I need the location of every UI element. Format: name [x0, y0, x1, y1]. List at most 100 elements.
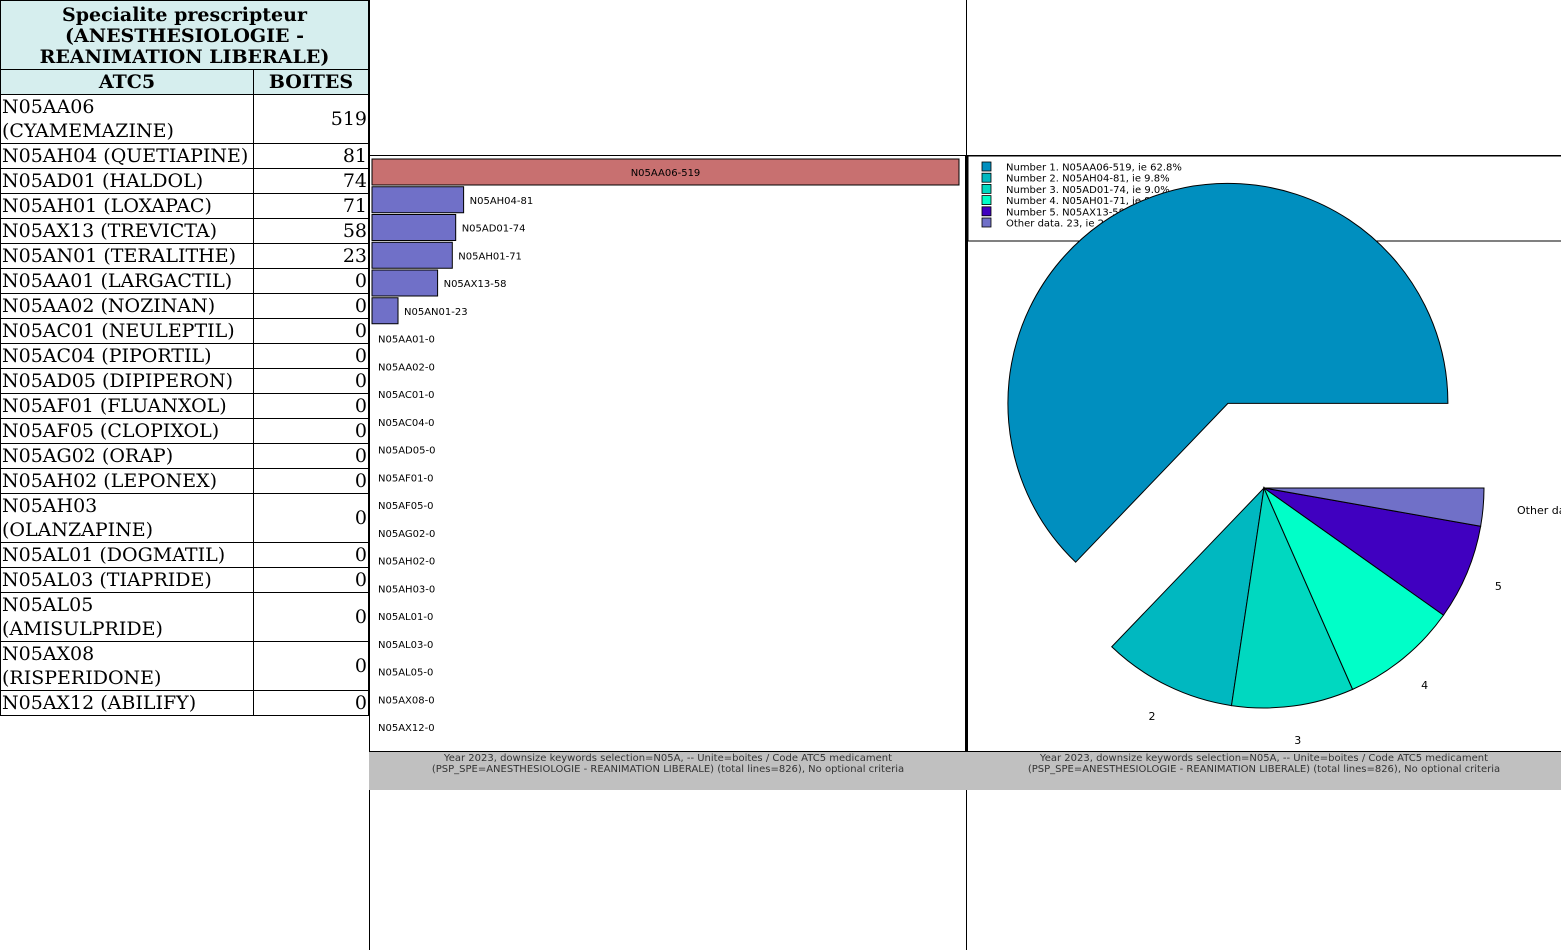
table-title: Specialite prescripteur (ANESTHESIOLOGIE… [0, 0, 369, 70]
legend-swatch [981, 183, 992, 194]
table-title-line-2: (ANESTHESIOLOGIE - [64, 25, 305, 47]
boites-cell: 0 [253, 418, 369, 444]
boites-cell: 0 [253, 468, 369, 494]
bar-label: N05AH01-71 [458, 251, 522, 262]
atc5-cell: N05AH04 (QUETIAPINE) [0, 143, 254, 169]
table-row: N05AD05 (DIPIPERON) 0 [0, 368, 369, 394]
atc5-cell: N05AA01 (LARGACTIL) [0, 268, 254, 294]
atc5-cell: N05AC04 (PIPORTIL) [0, 343, 254, 369]
bar-label: N05AA01-0 [378, 335, 435, 346]
atc5-cell: N05AX08 (RISPERIDONE) [0, 641, 254, 691]
boites-cell: 71 [253, 193, 369, 219]
boites-cell: 0 [253, 567, 369, 593]
bar-label: N05AX13-58 [444, 279, 507, 290]
boites-cell: 0 [253, 343, 369, 369]
table-row: N05AH03 (OLANZAPINE) 0 [0, 493, 369, 543]
legend-swatch [981, 195, 992, 205]
boites-cell: 0 [253, 542, 369, 568]
pie-slice-label: Other da [1517, 504, 1561, 517]
pie-chart: Number 1. N05AA06-519, ie 62.8%Number 2.… [968, 156, 1561, 747]
boites-cell: 58 [253, 218, 369, 244]
boites-cell: 0 [253, 493, 369, 543]
atc5-cell: N05AA02 (NOZINAN) [0, 293, 254, 319]
bar-label: N05AD05-0 [378, 446, 435, 457]
boites-cell: 0 [253, 690, 369, 716]
bar [371, 269, 439, 297]
boites-cell: 74 [253, 168, 369, 194]
bar-chart-caption: Year 2023, downsize keywords selection=N… [369, 752, 967, 790]
bar-chart: N05AA06-519 N05AH04-81 N05AD01-74 N05AH01-7… [371, 158, 960, 734]
atc5-cell: N05AD05 (DIPIPERON) [0, 368, 254, 394]
table-title-line-3: REANIMATION LIBERALE) [39, 46, 330, 68]
bar-label: N05AF01-0 [378, 473, 434, 484]
pie-slice-label: 3 [1294, 734, 1301, 747]
caption-line-2: (PSP_SPE=ANESTHESIOLOGIE - REANIMATION L… [431, 764, 905, 775]
bar-label: N05AH02-0 [378, 557, 435, 568]
atc5-cell: N05AH01 (LOXAPAC) [0, 193, 254, 219]
legend-entry: Number 3. N05AD01-74, ie 9.0% [1006, 185, 1170, 196]
bar-label: N05AF05-0 [378, 501, 434, 512]
bar-label: N05AC01-0 [378, 390, 435, 401]
boites-cell: 0 [253, 641, 369, 691]
bar [371, 241, 453, 269]
table-row: N05AD01 (HALDOL) 74 [0, 168, 369, 194]
table-row: N05AL03 (TIAPRIDE) 0 [0, 567, 369, 593]
atc5-cell: N05AF05 (CLOPIXOL) [0, 418, 254, 444]
atc5-cell: N05AL01 (DOGMATIL) [0, 542, 254, 568]
bar-chart-panel: N05AA06-519 N05AH04-81 N05AD01-74 N05AH01-7… [369, 155, 967, 752]
table-row: N05AF05 (CLOPIXOL) 0 [0, 418, 369, 444]
atc5-cell: N05AL05 (AMISULPRIDE) [0, 592, 254, 642]
atc5-cell: N05AA06 (CYAMEMAZINE) [0, 94, 254, 144]
data-table: Specialite prescripteur (ANESTHESIOLOGIE… [0, 0, 369, 716]
bar-label: N05AA02-0 [378, 362, 435, 373]
caption-line-1: Year 2023, downsize keywords selection=N… [443, 753, 893, 764]
table-row: N05AL05 (AMISULPRIDE) 0 [0, 592, 369, 642]
atc5-cell: N05AG02 (ORAP) [0, 443, 254, 469]
boites-cell: 81 [253, 143, 369, 169]
bar [371, 297, 399, 325]
table-title-line-1: Specialite prescripteur [62, 4, 307, 26]
atc5-cell: N05AD01 (HALDOL) [0, 168, 254, 194]
atc5-cell: N05AX12 (ABILIFY) [0, 690, 254, 716]
bar-label: N05AH03-0 [378, 584, 435, 595]
table-row: N05AF01 (FLUANXOL) 0 [0, 393, 369, 419]
boites-cell: 0 [253, 592, 369, 642]
pie-slice-label: 4 [1421, 679, 1428, 692]
table-row: N05AL01 (DOGMATIL) 0 [0, 542, 369, 568]
bar-label: N05AH04-81 [470, 196, 534, 207]
table-row: N05AG02 (ORAP) 0 [0, 443, 369, 469]
pie-chart-caption: Year 2023, downsize keywords selection=N… [967, 752, 1561, 790]
table-row: N05AA06 (CYAMEMAZINE) 519 [0, 94, 369, 144]
table-row: N05AA02 (NOZINAN) 0 [0, 293, 369, 319]
bar-label: N05AX12-0 [378, 723, 435, 734]
table-row: N05AA01 (LARGACTIL) 0 [0, 268, 369, 294]
boites-cell: 0 [253, 318, 369, 344]
legend-swatch [981, 172, 992, 183]
bar-label: N05AC04-0 [378, 418, 435, 429]
boites-cell: 0 [253, 293, 369, 319]
atc5-cell: N05AF01 (FLUANXOL) [0, 393, 254, 419]
atc5-cell: N05AC01 (NEULEPTIL) [0, 318, 254, 344]
table-row: N05AX13 (TREVICTA) 58 [0, 218, 369, 244]
boites-cell: 0 [253, 368, 369, 394]
table-row: N05AC01 (NEULEPTIL) 0 [0, 318, 369, 344]
bar [371, 214, 457, 241]
column-header-boites: BOITES [253, 69, 369, 95]
table-row: N05AX12 (ABILIFY) 0 [0, 690, 369, 716]
table-row: N05AH04 (QUETIAPINE) 81 [0, 143, 369, 169]
bar-label: N05AL03-0 [378, 640, 433, 651]
caption-line-2: (PSP_SPE=ANESTHESIOLOGIE - REANIMATION L… [1027, 764, 1501, 775]
boites-cell: 519 [253, 94, 369, 144]
legend-entry: Number 1. N05AA06-519, ie 62.8% [1006, 163, 1182, 174]
boites-cell: 0 [253, 393, 369, 419]
pie-chart-panel: Number 1. N05AA06-519, ie 62.8% Number 2.… [967, 155, 1561, 752]
atc5-cell: N05AL03 (TIAPRIDE) [0, 567, 254, 593]
table-row: N05AC04 (PIPORTIL) 0 [0, 343, 369, 369]
legend-swatch [981, 217, 992, 228]
caption-line-1: Year 2023, downsize keywords selection=N… [1039, 753, 1489, 764]
table-row: N05AX08 (RISPERIDONE) 0 [0, 641, 369, 691]
atc5-cell: N05AH02 (LEPONEX) [0, 468, 254, 494]
legend-swatch [981, 206, 992, 217]
boites-cell: 0 [253, 443, 369, 469]
pie-slice-label: 5 [1495, 580, 1502, 593]
